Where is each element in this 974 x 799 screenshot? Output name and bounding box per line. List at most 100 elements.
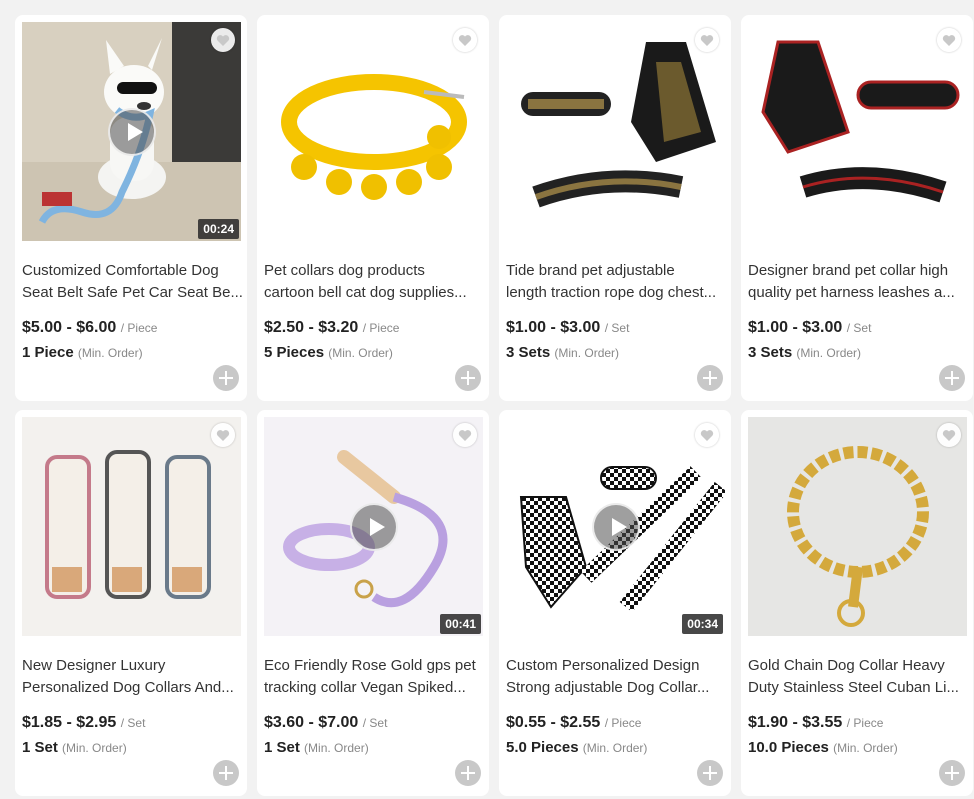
- product-price: $0.55 - $2.55 / Piece: [506, 714, 641, 732]
- black-red-harness-image: [761, 40, 960, 203]
- product-title-line: tracking collar Vegan Spiked...: [264, 679, 466, 696]
- product-title-line: Seat Belt Safe Pet Car Seat Be...: [22, 284, 243, 301]
- add-to-compare-plus-icon[interactable]: [697, 760, 723, 786]
- product-title-line: Customized Comfortable Dog: [22, 262, 219, 279]
- min-order-quantity: 10.0 Pieces: [748, 739, 829, 756]
- product-title-line: quality pet harness leashes a...: [748, 284, 955, 301]
- product-price: $1.90 - $3.55 / Piece: [748, 714, 883, 732]
- favorite-heart-icon[interactable]: [211, 423, 235, 447]
- black-gold-harness-image: [521, 42, 716, 208]
- price-unit: / Piece: [846, 716, 884, 730]
- product-card[interactable]: 00:34 Custom Personalized Design Strong …: [499, 410, 731, 796]
- product-title-line: Designer brand pet collar high: [748, 262, 949, 279]
- favorite-heart-icon[interactable]: [211, 28, 235, 52]
- add-to-compare-plus-icon[interactable]: [455, 365, 481, 391]
- product-card[interactable]: Tide brand pet adjustable length tractio…: [499, 15, 731, 401]
- min-order: 1 Set (Min. Order): [22, 739, 127, 756]
- add-to-compare-plus-icon[interactable]: [697, 365, 723, 391]
- price-unit: / Set: [362, 716, 388, 730]
- favorite-heart-icon[interactable]: [453, 423, 477, 447]
- price-unit: / Set: [846, 321, 872, 335]
- play-video-icon[interactable]: [349, 502, 398, 551]
- min-order: 3 Sets (Min. Order): [748, 344, 861, 361]
- product-title[interactable]: Customized Comfortable Dog Seat Belt Saf…: [22, 260, 244, 304]
- product-title-line: Strong adjustable Dog Collar...: [506, 679, 710, 696]
- product-title-line: length traction rope dog chest...: [506, 284, 717, 301]
- product-image[interactable]: [748, 417, 967, 636]
- favorite-heart-icon[interactable]: [453, 28, 477, 52]
- product-grid: 00:24 Customized Comfortable Dog Seat Be…: [0, 0, 974, 799]
- price-unit: / Piece: [604, 716, 642, 730]
- min-order-label: (Min. Order): [554, 346, 620, 360]
- product-card[interactable]: Gold Chain Dog Collar Heavy Duty Stainle…: [741, 410, 973, 796]
- min-order: 1 Piece (Min. Order): [22, 344, 143, 361]
- yellow-collar-image: [281, 74, 467, 200]
- product-card[interactable]: 00:24 Customized Comfortable Dog Seat Be…: [15, 15, 247, 401]
- play-video-icon[interactable]: [107, 107, 156, 156]
- product-title-line: Tide brand pet adjustable: [506, 262, 675, 279]
- product-image[interactable]: [748, 22, 967, 241]
- min-order: 5 Pieces (Min. Order): [264, 344, 393, 361]
- gold-chain-image: [787, 446, 929, 627]
- product-title[interactable]: Pet collars dog products cartoon bell ca…: [264, 260, 486, 304]
- product-image[interactable]: 00:34: [506, 417, 725, 636]
- min-order-quantity: 3 Sets: [506, 344, 551, 361]
- product-title[interactable]: Designer brand pet collar high quality p…: [748, 260, 970, 304]
- price-unit: / Set: [120, 716, 146, 730]
- add-to-compare-plus-icon[interactable]: [939, 760, 965, 786]
- product-price: $1.00 - $3.00 / Set: [748, 319, 871, 337]
- min-order-label: (Min. Order): [304, 741, 369, 755]
- product-image[interactable]: [264, 22, 483, 241]
- favorite-heart-icon[interactable]: [695, 28, 719, 52]
- product-price: $3.60 - $7.00 / Set: [264, 714, 387, 732]
- video-duration: 00:41: [440, 614, 481, 634]
- product-title-line: Eco Friendly Rose Gold gps pet: [264, 657, 476, 674]
- product-image[interactable]: [22, 417, 241, 636]
- product-image[interactable]: 00:41: [264, 417, 483, 636]
- favorite-heart-icon[interactable]: [937, 423, 961, 447]
- favorite-heart-icon[interactable]: [937, 28, 961, 52]
- product-title-line: cartoon bell cat dog supplies...: [264, 284, 467, 301]
- price-range: $1.90 - $3.55: [748, 714, 843, 731]
- add-to-compare-plus-icon[interactable]: [213, 365, 239, 391]
- product-card[interactable]: Designer brand pet collar high quality p…: [741, 15, 973, 401]
- min-order-label: (Min. Order): [796, 346, 862, 360]
- video-duration: 00:34: [682, 614, 723, 634]
- add-to-compare-plus-icon[interactable]: [455, 760, 481, 786]
- min-order-label: (Min. Order): [328, 346, 393, 360]
- price-unit: / Piece: [120, 321, 158, 335]
- min-order-label: (Min. Order): [582, 741, 648, 755]
- product-title[interactable]: Eco Friendly Rose Gold gps pet tracking …: [264, 655, 486, 699]
- play-video-icon[interactable]: [591, 502, 640, 551]
- product-title[interactable]: New Designer Luxury Personalized Dog Col…: [22, 655, 244, 699]
- product-card[interactable]: Pet collars dog products cartoon bell ca…: [257, 15, 489, 401]
- product-title-line: Pet collars dog products: [264, 262, 425, 279]
- min-order-quantity: 5 Pieces: [264, 344, 325, 361]
- product-title-line: Personalized Dog Collars And...: [22, 679, 234, 696]
- product-price: $5.00 - $6.00 / Piece: [22, 319, 157, 337]
- product-card[interactable]: 00:41 Eco Friendly Rose Gold gps pet tra…: [257, 410, 489, 796]
- favorite-heart-icon[interactable]: [695, 423, 719, 447]
- product-title-line: Duty Stainless Steel Cuban Li...: [748, 679, 959, 696]
- product-price: $1.85 - $2.95 / Set: [22, 714, 145, 732]
- video-duration: 00:24: [198, 219, 239, 239]
- product-card[interactable]: New Designer Luxury Personalized Dog Col…: [15, 410, 247, 796]
- product-price: $2.50 - $3.20 / Piece: [264, 319, 399, 337]
- product-title[interactable]: Gold Chain Dog Collar Heavy Duty Stainle…: [748, 655, 970, 699]
- price-range: $1.00 - $3.00: [506, 319, 601, 336]
- product-title[interactable]: Custom Personalized Design Strong adjust…: [506, 655, 728, 699]
- min-order: 1 Set (Min. Order): [264, 739, 369, 756]
- product-image[interactable]: [506, 22, 725, 241]
- min-order: 3 Sets (Min. Order): [506, 344, 619, 361]
- add-to-compare-plus-icon[interactable]: [213, 760, 239, 786]
- product-title[interactable]: Tide brand pet adjustable length tractio…: [506, 260, 728, 304]
- product-price: $1.00 - $3.00 / Set: [506, 319, 629, 337]
- add-to-compare-plus-icon[interactable]: [939, 365, 965, 391]
- min-order-label: (Min. Order): [833, 741, 898, 755]
- price-range: $0.55 - $2.55: [506, 714, 601, 731]
- min-order-quantity: 3 Sets: [748, 344, 793, 361]
- product-image[interactable]: 00:24: [22, 22, 241, 241]
- patterned-collars-image: [45, 450, 211, 599]
- min-order: 10.0 Pieces (Min. Order): [748, 739, 898, 756]
- price-range: $1.85 - $2.95: [22, 714, 117, 731]
